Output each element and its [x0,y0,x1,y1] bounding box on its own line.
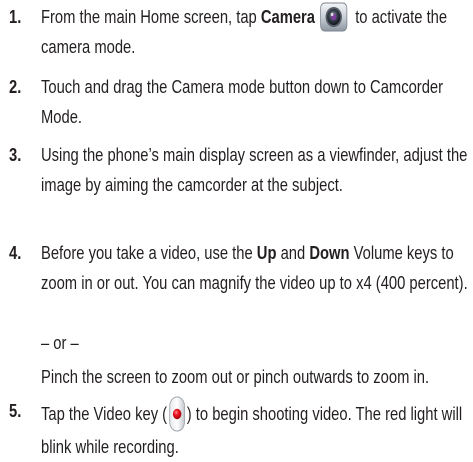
step-number: 5. [9,401,22,421]
step-text-part: Tap the Video key ( [41,404,168,424]
step-text-part: Before you take a video, use the [41,243,257,263]
step-text: Tap the Video key () to begin shooting … [41,396,469,462]
step-text-part: From the main Home screen, tap [41,7,261,27]
step-text: Using the phone’s main display screen as… [41,145,468,195]
step-text: From the main Home screen, tap Camera to… [41,2,469,62]
up-key-label: Up [256,243,277,263]
step-text: Touch and drag the Camera mode button do… [41,77,444,127]
step-number: 3. [9,145,22,165]
step-number: 1. [9,7,22,27]
camera-label: Camera [260,7,316,27]
video-key-icon [169,396,185,432]
camera-icon [320,2,348,32]
step-number: 2. [9,77,22,97]
step-number: 4. [9,243,22,263]
step-text-part: and [276,243,310,263]
step-text: Before you take a video, use the Up and … [41,238,469,298]
or-separator: – or – [41,333,79,353]
alternative-text: Pinch the screen to zoom out or pinch ou… [41,367,430,387]
down-key-label: Down [309,243,350,263]
